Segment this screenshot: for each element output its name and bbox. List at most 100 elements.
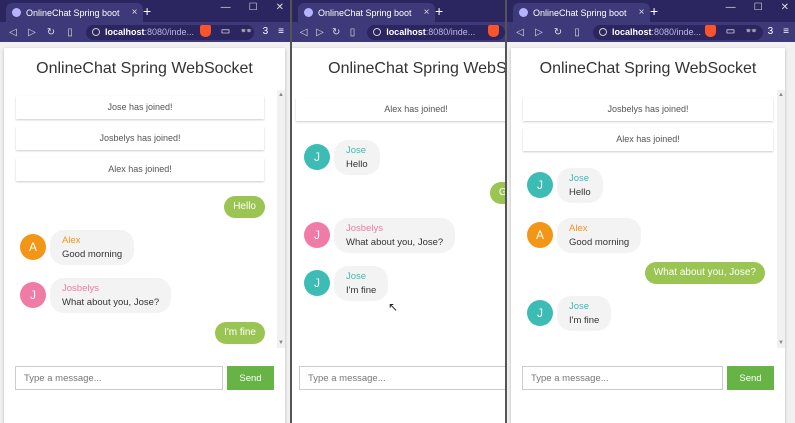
own-message: What about you, Jose?: [644, 262, 765, 284]
join-event: Alex has joined!: [523, 128, 773, 151]
bookmark-icon[interactable]: ▯: [63, 27, 77, 38]
chat-panel: OnlineChat Spring WebSocket Josbelys has …: [511, 48, 785, 423]
minimize-icon[interactable]: —: [726, 2, 736, 13]
browser-tab[interactable]: OnlineChat Spring boot ×: [298, 3, 436, 22]
message-bubble: Jose Hello: [557, 168, 603, 203]
avatar: J: [304, 144, 330, 170]
browser-window: OnlineChat Spring boot × + — ☐ ✕ ◁ ▷ ↻ ▯ localhost…: [0, 0, 290, 423]
brave-shield-icon[interactable]: [704, 25, 716, 37]
back-icon[interactable]: ◁: [298, 27, 309, 38]
title-bar: OnlineChat Spring boot × + — ☐ ✕: [0, 0, 290, 22]
glasses-icon[interactable]: 👓: [745, 26, 757, 37]
globe-icon: [92, 28, 100, 36]
tab-title: OnlineChat Spring boot: [533, 7, 627, 18]
brave-shield-icon[interactable]: [199, 25, 211, 37]
url-host: localhost: [386, 27, 426, 37]
back-icon[interactable]: ◁: [513, 27, 527, 38]
join-event: Josbelys has joined!: [16, 127, 264, 150]
scrollbar[interactable]: ▲ ▼: [777, 90, 785, 348]
url-host: localhost: [105, 27, 145, 37]
reload-icon[interactable]: ↻: [44, 27, 58, 38]
browser-toolbar: ◁ ▷ ↻ ▯ localhost:8080/inde... ▭ 👓 3 ≡: [507, 22, 795, 42]
reload-icon[interactable]: ↻: [331, 27, 342, 38]
new-tab-button[interactable]: +: [143, 3, 151, 19]
minimize-icon[interactable]: —: [221, 2, 231, 13]
message-input[interactable]: [299, 366, 505, 390]
avatar: J: [304, 270, 330, 296]
window-divider: [290, 0, 292, 423]
new-tab-button[interactable]: +: [650, 3, 658, 19]
url-path: :8080/inde...: [144, 27, 195, 37]
back-icon[interactable]: ◁: [6, 27, 20, 38]
scroll-down-icon[interactable]: ▼: [778, 340, 784, 346]
extension-count: 3: [767, 25, 774, 37]
sender-name: Jose: [346, 145, 367, 156]
message-area[interactable]: Josbelys has joined! Alex has joined! J Jos…: [511, 90, 785, 348]
window-controls: — ☐ ✕: [726, 2, 789, 13]
close-tab-icon[interactable]: ×: [424, 7, 430, 18]
favicon-icon: [12, 8, 21, 17]
avatar: J: [304, 222, 330, 248]
scroll-down-icon[interactable]: ▼: [278, 340, 284, 346]
bookmark-icon[interactable]: ▯: [570, 27, 584, 38]
sender-name: Alex: [569, 223, 588, 234]
scrollbar[interactable]: ▲ ▼: [277, 90, 285, 348]
globe-icon: [599, 28, 607, 36]
close-window-icon[interactable]: ✕: [781, 2, 789, 13]
message-bubble: Josbelys What about you, Jose?: [50, 278, 172, 313]
menu-icon[interactable]: ≡: [278, 26, 284, 37]
browser-tab[interactable]: OnlineChat Spring boot ×: [513, 3, 651, 22]
tab-title: OnlineChat Spring boot: [26, 7, 120, 18]
browser-tab[interactable]: OnlineChat Spring boot ×: [6, 3, 144, 22]
own-message: I'm fine: [215, 322, 265, 344]
avatar: A: [527, 222, 553, 248]
toolbar-actions: ▭ 👓 3 ≡: [199, 25, 284, 37]
forward-icon[interactable]: ▷: [532, 27, 546, 38]
join-event: Jose has joined!: [16, 96, 264, 119]
forward-icon[interactable]: ▷: [314, 27, 325, 38]
tab-title: OnlineChat Spring boot: [318, 7, 412, 18]
sender-name: Jose: [569, 301, 590, 312]
reload-icon[interactable]: ↻: [551, 27, 565, 38]
favicon-icon: [304, 8, 313, 17]
address-bar[interactable]: localhost:8080/inde...: [367, 24, 505, 40]
message-text: Hello: [569, 187, 591, 198]
page-content: OnlineChat Spring WebSocket Alex has join…: [292, 42, 505, 423]
message-text: What about you, Jose?: [346, 237, 444, 248]
message-area[interactable]: Jose has joined! Josbelys has joined! Alex…: [4, 90, 285, 348]
close-tab-icon[interactable]: ×: [132, 7, 138, 18]
send-button[interactable]: Send: [227, 366, 274, 390]
maximize-icon[interactable]: ☐: [249, 2, 258, 13]
browser-toolbar: ◁ ▷ ↻ ▯ localhost:8080/inde... ▭ 👓 3 ≡: [0, 22, 290, 42]
url-path: :8080/inde...: [425, 27, 476, 37]
close-window-icon[interactable]: ✕: [276, 2, 284, 13]
forward-icon[interactable]: ▷: [25, 27, 39, 38]
toolbar-actions: [488, 25, 499, 37]
bookmark-icon[interactable]: ▯: [347, 27, 358, 38]
sidebar-icon[interactable]: ▭: [726, 26, 735, 37]
scroll-up-icon[interactable]: ▲: [278, 92, 284, 98]
new-tab-button[interactable]: +: [435, 3, 443, 19]
menu-icon[interactable]: ≡: [783, 26, 789, 37]
join-event: Alex has joined!: [296, 98, 505, 121]
message-bubble: Jose I'm fine: [557, 296, 612, 331]
brave-shield-icon[interactable]: [488, 25, 499, 37]
sender-name: Josbelys: [62, 283, 99, 294]
maximize-icon[interactable]: ☐: [754, 2, 763, 13]
send-button[interactable]: Send: [727, 366, 774, 390]
message-text: I'm fine: [346, 285, 377, 296]
desktop: OnlineChat Spring boot × + — ☐ ✕ ◁ ▷ ↻ ▯ localhost…: [0, 0, 795, 423]
message-area[interactable]: Alex has joined!JJoseHelloGood moJJosbel…: [292, 90, 505, 348]
message-text: I'm fine: [569, 315, 600, 326]
message-bubble: Josbelys What about you, Jose?: [334, 218, 456, 253]
message-input[interactable]: [15, 366, 223, 390]
avatar: A: [20, 234, 46, 260]
sidebar-icon[interactable]: ▭: [221, 26, 230, 37]
scroll-up-icon[interactable]: ▲: [778, 92, 784, 98]
own-message: Good mo: [489, 182, 505, 204]
close-tab-icon[interactable]: ×: [639, 7, 645, 18]
url-path: :8080/inde...: [651, 27, 702, 37]
page-title: OnlineChat Spring WebSocket: [539, 60, 757, 77]
glasses-icon[interactable]: 👓: [240, 26, 252, 37]
message-input[interactable]: [522, 366, 723, 390]
